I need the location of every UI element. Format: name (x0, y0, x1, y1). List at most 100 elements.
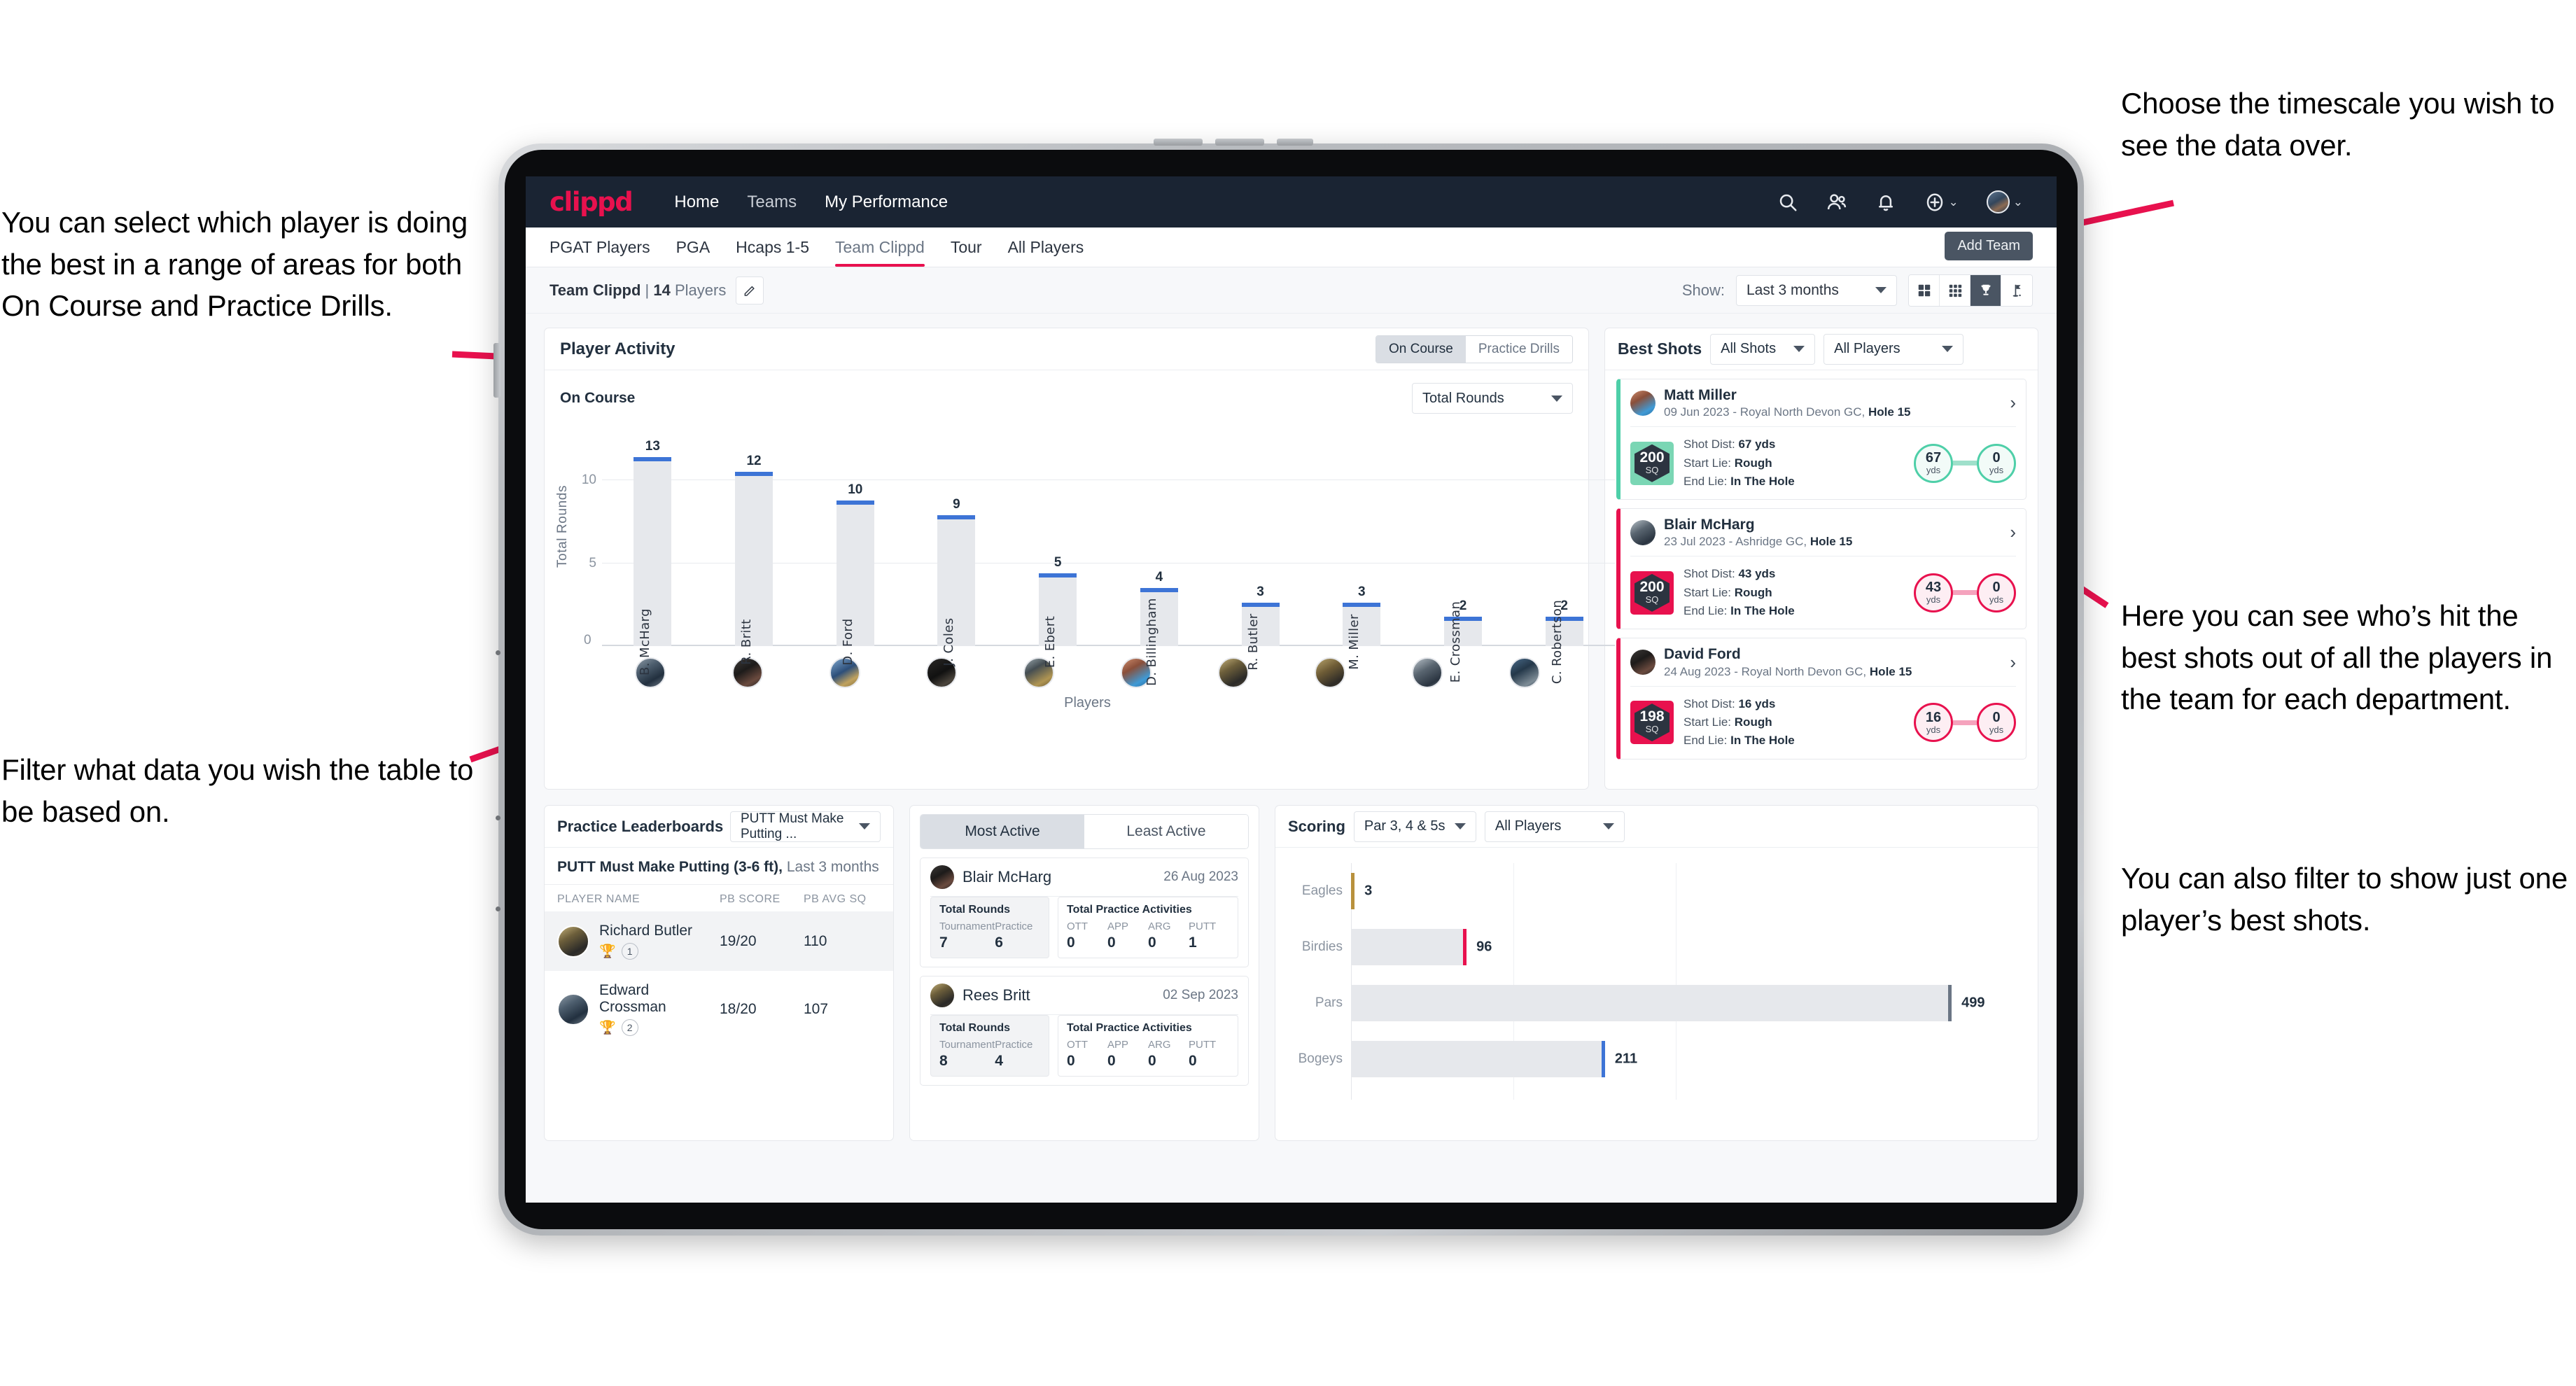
bar[interactable]: E. Crossman (1443, 601, 1482, 682)
tab-most-active[interactable]: Most Active (920, 815, 1084, 848)
leaderboard-pb-avg-sq: 107 (804, 1000, 829, 1017)
rounds-col-tournament: Tournament (939, 920, 995, 932)
player-avatar[interactable] (1315, 657, 1346, 688)
scoring-bar[interactable] (1351, 985, 1952, 1021)
end-lie-label: End Lie: (1684, 604, 1728, 618)
activity-card-item[interactable]: Rees Britt 02 Sep 2023 Total Rounds Tour… (920, 976, 1249, 1086)
nav-link-teams[interactable]: Teams (747, 192, 797, 212)
column-pb-avg-sq: PB AVG SQ (804, 893, 867, 905)
bar[interactable]: E. Ebert (1039, 573, 1077, 668)
rounds-col-practice: Practice (995, 920, 1033, 932)
bell-icon[interactable] (1875, 192, 1896, 213)
bar-category-label: R. Butler (1245, 613, 1261, 671)
plus-circle-icon[interactable] (1924, 192, 1945, 213)
scoring-bar[interactable] (1351, 929, 1467, 965)
chevron-right-icon[interactable]: › (2010, 522, 2016, 543)
bar[interactable]: J. Coles (937, 515, 976, 666)
chevron-right-icon[interactable]: › (2010, 392, 2016, 414)
tab-pga[interactable]: PGA (676, 227, 710, 267)
metric-select[interactable]: Total Rounds (1412, 383, 1573, 414)
dashboard-row-bottom: Practice Leaderboards PUTT Must Make Put… (544, 805, 2038, 1141)
tab-team-clippd[interactable]: Team Clippd (835, 227, 925, 267)
grid-2x2-icon[interactable] (1909, 274, 1940, 306)
people-icon[interactable] (1826, 192, 1847, 213)
scoring-bar[interactable] (1351, 1041, 1605, 1077)
nav-link-my-performance[interactable]: My Performance (825, 192, 948, 212)
shot-type-select[interactable]: All Shots (1710, 333, 1816, 365)
best-shot-identity: David Ford 24 Aug 2023 - Royal North Dev… (1664, 645, 1912, 678)
clippd-logo[interactable]: clippd (550, 187, 634, 217)
team-player-count: 14 (653, 281, 671, 299)
trophy-icon[interactable] (1970, 274, 2001, 306)
bar-column: 9 J. Coles (906, 429, 1007, 666)
scoring-category-label: Eagles (1301, 883, 1343, 898)
pa-val-ott: 0 (1067, 934, 1075, 951)
leaderboard-rows: Richard Butler 🏆 1 19/20 110 Edward Cros… (545, 911, 893, 1047)
drill-select[interactable]: PUTT Must Make Putting ... (730, 811, 881, 842)
scoring-row: Eagles 3 (1288, 863, 2025, 919)
best-shots-player-select[interactable]: All Players (1823, 333, 1964, 365)
pa-col-arg: ARG (1148, 920, 1171, 932)
shot-dist-label: Shot Dist: (1684, 438, 1735, 451)
player-avatar (557, 925, 589, 958)
tab-tour[interactable]: Tour (951, 227, 982, 267)
best-shot-identity: Blair McHarg 23 Jul 2023 - Ashridge GC, … (1664, 516, 1852, 549)
shot-quality-value: 200 (1639, 578, 1665, 595)
best-shot-card[interactable]: Blair McHarg 23 Jul 2023 - Ashridge GC, … (1616, 508, 2026, 630)
leaderboard-rank: 2 (621, 1019, 638, 1036)
avatar-cell (1088, 657, 1185, 688)
pa-val-ott: 0 (1067, 1053, 1075, 1069)
timescale-select[interactable]: Last 3 months (1736, 274, 1897, 306)
practice-activities-title: Total Practice Activities (1067, 904, 1192, 916)
best-shot-hole: Hole 15 (1809, 535, 1853, 549)
best-shot-meta: 23 Jul 2023 - Ashridge GC, Hole 15 (1664, 535, 1853, 549)
bar[interactable]: R. Britt (735, 471, 774, 665)
tab-hcaps-1-5[interactable]: Hcaps 1-5 (736, 227, 809, 267)
bar[interactable]: D. Ford (836, 500, 874, 666)
bar[interactable]: C. Robertson (1545, 600, 1583, 684)
add-team-tooltip: Add Team (1945, 232, 2033, 260)
tab-least-active[interactable]: Least Active (1084, 815, 1248, 848)
best-shot-card[interactable]: David Ford 24 Aug 2023 - Royal North Dev… (1616, 638, 2026, 760)
bar[interactable]: R. Butler (1241, 602, 1280, 671)
tab-all-players[interactable]: All Players (1008, 227, 1084, 267)
activity-card-item[interactable]: Blair McHarg 26 Aug 2023 Total Rounds To… (920, 858, 1249, 967)
bar-column: 13 B. McHarg (602, 429, 704, 676)
leaderboard-row[interactable]: Richard Butler 🏆 1 19/20 110 (545, 911, 893, 971)
nav-link-home[interactable]: Home (674, 192, 719, 212)
shot-type-value: All Shots (1721, 341, 1777, 356)
par-filter-select[interactable]: Par 3, 4 & 5s (1353, 811, 1476, 842)
plus-chevron-down-icon[interactable]: ⌄ (1949, 195, 1959, 209)
player-avatar[interactable] (1411, 657, 1443, 688)
search-icon[interactable] (1777, 192, 1798, 213)
best-shot-course: Royal North Devon GC, (1741, 664, 1867, 678)
leaderboard-row[interactable]: Edward Crossman 🏆 2 18/20 107 (545, 971, 893, 1047)
grid-3x3-icon[interactable] (1940, 274, 1970, 306)
tab-pgat-players[interactable]: PGAT Players (550, 227, 650, 267)
scoring-value-label: 211 (1614, 1051, 1638, 1067)
player-avatar[interactable] (1217, 657, 1249, 688)
best-shot-card[interactable]: Matt Miller 09 Jun 2023 - Royal North De… (1616, 379, 2026, 500)
scoring-player-select[interactable]: All Players (1484, 811, 1625, 842)
pa-col-arg: ARG (1148, 1039, 1171, 1051)
bar[interactable]: D. Billingham (1140, 587, 1178, 686)
shot-connector (1953, 720, 1977, 725)
avatar[interactable] (1986, 190, 2010, 214)
best-shot-details: Shot Dist: 67 yds Start Lie: Rough End L… (1684, 435, 1795, 491)
bar-value-label: 10 (848, 482, 863, 498)
segment-practice-drills[interactable]: Practice Drills (1465, 335, 1572, 363)
shot-quality-unit: SQ (1645, 724, 1659, 735)
bar[interactable]: B. McHarg (634, 457, 672, 676)
segment-on-course[interactable]: On Course (1376, 335, 1466, 363)
timescale-value: Last 3 months (1746, 281, 1839, 298)
pencil-icon[interactable] (736, 276, 764, 304)
player-avatar[interactable] (1508, 657, 1540, 688)
best-shots-card: Best Shots All Shots All Players Matt Mi… (1604, 328, 2038, 790)
column-pb-score: PB SCORE (720, 893, 780, 905)
avatar-chevron-down-icon[interactable]: ⌄ (2013, 195, 2023, 209)
bar[interactable]: M. Miller (1343, 602, 1381, 670)
golf-flag-icon[interactable] (2001, 274, 2032, 306)
pa-col-app: APP (1107, 1039, 1129, 1051)
end-lie-value: In The Hole (1730, 734, 1795, 748)
chevron-right-icon[interactable]: › (2010, 652, 2016, 673)
